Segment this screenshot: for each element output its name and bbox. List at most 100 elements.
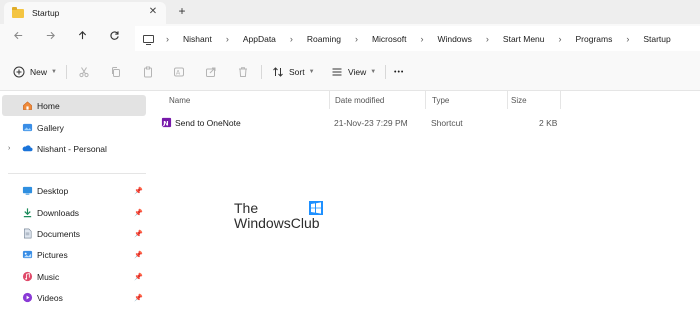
breadcrumb-separator-icon[interactable]: ›: [226, 34, 229, 44]
address-row: › Nishant › AppData › Roaming › Microsof…: [0, 24, 700, 53]
breadcrumb-separator-icon[interactable]: ›: [290, 34, 293, 44]
sidebar-item-label: Videos: [37, 292, 63, 303]
pin-icon[interactable]: 📌: [134, 187, 143, 195]
breadcrumb-separator-icon[interactable]: ›: [166, 34, 169, 44]
trash-icon: [239, 67, 247, 77]
view-label: View: [348, 67, 367, 77]
sort-label: Sort: [289, 67, 305, 77]
sidebar-item-documents[interactable]: Documents 📌: [2, 223, 146, 244]
file-list: Name Date modified Type Size N Send to O…: [150, 91, 700, 313]
pin-icon[interactable]: 📌: [134, 251, 143, 259]
watermark: The WindowsClub: [234, 200, 334, 236]
address-bar[interactable]: › Nishant › AppData › Roaming › Microsof…: [135, 26, 700, 51]
paste-button[interactable]: [142, 65, 159, 79]
copy-button[interactable]: [110, 65, 127, 79]
breadcrumb-separator-icon[interactable]: ›: [486, 34, 489, 44]
sidebar-item-label: Home: [37, 100, 60, 111]
desktop-icon: [22, 186, 33, 195]
breadcrumb-separator-icon[interactable]: ›: [420, 34, 423, 44]
breadcrumb: › Nishant › AppData › Roaming › Microsof…: [166, 34, 671, 44]
sidebar-item-label: Documents: [37, 228, 80, 239]
view-icon: [332, 68, 342, 76]
sidebar-item-label: Music: [37, 271, 60, 282]
chevron-right-icon[interactable]: ›: [8, 145, 10, 152]
refresh-icon[interactable]: [106, 30, 122, 46]
breadcrumb-item-current[interactable]: Startup: [643, 34, 670, 44]
this-pc-icon[interactable]: [143, 34, 154, 45]
breadcrumb-item[interactable]: Start Menu: [503, 34, 545, 44]
file-date-modified: 21-Nov-23 7:29 PM: [334, 118, 408, 128]
gallery-icon: [22, 123, 33, 132]
new-label: New: [30, 67, 48, 77]
pin-icon[interactable]: 📌: [134, 294, 143, 302]
tab-title: Startup: [32, 8, 60, 18]
column-header-type[interactable]: Type: [426, 91, 508, 109]
downloads-icon: [23, 208, 32, 218]
breadcrumb-item[interactable]: Microsoft: [372, 34, 406, 44]
column-header-date-modified[interactable]: Date modified: [329, 91, 426, 109]
column-header-label: Name: [169, 95, 191, 105]
sort-button[interactable]: Sort ▼: [272, 65, 315, 79]
sidebar-item-music[interactable]: Music 📌: [2, 266, 146, 287]
column-header-name[interactable]: Name: [163, 91, 330, 109]
share-icon: [206, 67, 216, 77]
delete-button[interactable]: [237, 65, 254, 79]
column-header-label: Size: [511, 95, 527, 105]
sidebar-item-label: Nishant - Personal: [37, 143, 107, 154]
sidebar-item-gallery[interactable]: Gallery: [2, 117, 146, 138]
breadcrumb-separator-icon[interactable]: ›: [355, 34, 358, 44]
breadcrumb-item[interactable]: Roaming: [307, 34, 341, 44]
watermark-line1: The: [234, 200, 259, 216]
copy-icon: [112, 67, 120, 77]
windows-logo-icon: [309, 201, 323, 215]
sidebar-item-onedrive[interactable]: › Nishant - Personal: [2, 138, 146, 159]
more-options-icon[interactable]: •••: [394, 65, 404, 79]
scissors-icon: [79, 67, 89, 78]
toolbar-divider: [261, 65, 262, 79]
sidebar-item-home[interactable]: Home: [2, 95, 146, 116]
breadcrumb-item[interactable]: Windows: [437, 34, 471, 44]
view-button[interactable]: View ▼: [331, 65, 376, 79]
documents-icon: [24, 228, 32, 239]
breadcrumb-separator-icon[interactable]: ›: [626, 34, 629, 44]
sidebar-item-label: Pictures: [37, 249, 68, 260]
pin-icon[interactable]: 📌: [134, 273, 143, 281]
sort-icon: [273, 67, 283, 77]
breadcrumb-separator-icon[interactable]: ›: [559, 34, 562, 44]
up-icon[interactable]: [74, 30, 90, 46]
new-tab-button[interactable]: +: [175, 4, 189, 18]
paste-icon: [144, 66, 152, 78]
sidebar-item-downloads[interactable]: Downloads 📌: [2, 202, 146, 223]
pin-icon[interactable]: 📌: [134, 209, 143, 217]
column-header-label: Type: [432, 95, 450, 105]
column-header-label: Date modified: [335, 95, 385, 105]
tab-startup[interactable]: Startup ✕: [4, 2, 166, 24]
breadcrumb-item[interactable]: AppData: [243, 34, 276, 44]
sidebar-item-label: Desktop: [37, 185, 69, 196]
rename-button[interactable]: A: [173, 65, 190, 79]
svg-text:N: N: [163, 119, 168, 127]
sidebar-item-desktop[interactable]: Desktop 📌: [2, 180, 146, 201]
table-row[interactable]: N Send to OneNote 21-Nov-23 7:29 PM Shor…: [160, 113, 700, 133]
sidebar-item-label: Downloads: [37, 207, 80, 218]
videos-icon: [22, 292, 33, 303]
cut-button[interactable]: [78, 65, 95, 79]
forward-icon[interactable]: [42, 30, 58, 46]
share-button[interactable]: [205, 65, 222, 79]
close-tab-icon[interactable]: ✕: [146, 5, 160, 19]
breadcrumb-item[interactable]: Programs: [576, 34, 613, 44]
navigation-pane: Home Gallery › Nishant - Personal Deskto…: [0, 91, 150, 313]
sidebar-item-videos[interactable]: Videos 📌: [2, 287, 146, 308]
onedrive-icon: [22, 145, 33, 152]
new-button[interactable]: New ▼: [13, 65, 57, 79]
breadcrumb-item[interactable]: Nishant: [183, 34, 212, 44]
command-bar: New ▼ A Sort ▼ View ▼ •••: [0, 53, 700, 91]
plus-circle-icon: [13, 66, 25, 78]
sidebar-divider: [8, 173, 146, 174]
rename-icon: A: [174, 67, 184, 77]
column-header-size[interactable]: Size: [505, 91, 561, 109]
sidebar-item-pictures[interactable]: Pictures 📌: [2, 244, 146, 265]
back-icon[interactable]: [10, 30, 26, 46]
chevron-down-icon: ▼: [370, 69, 377, 75]
pin-icon[interactable]: 📌: [134, 230, 143, 238]
